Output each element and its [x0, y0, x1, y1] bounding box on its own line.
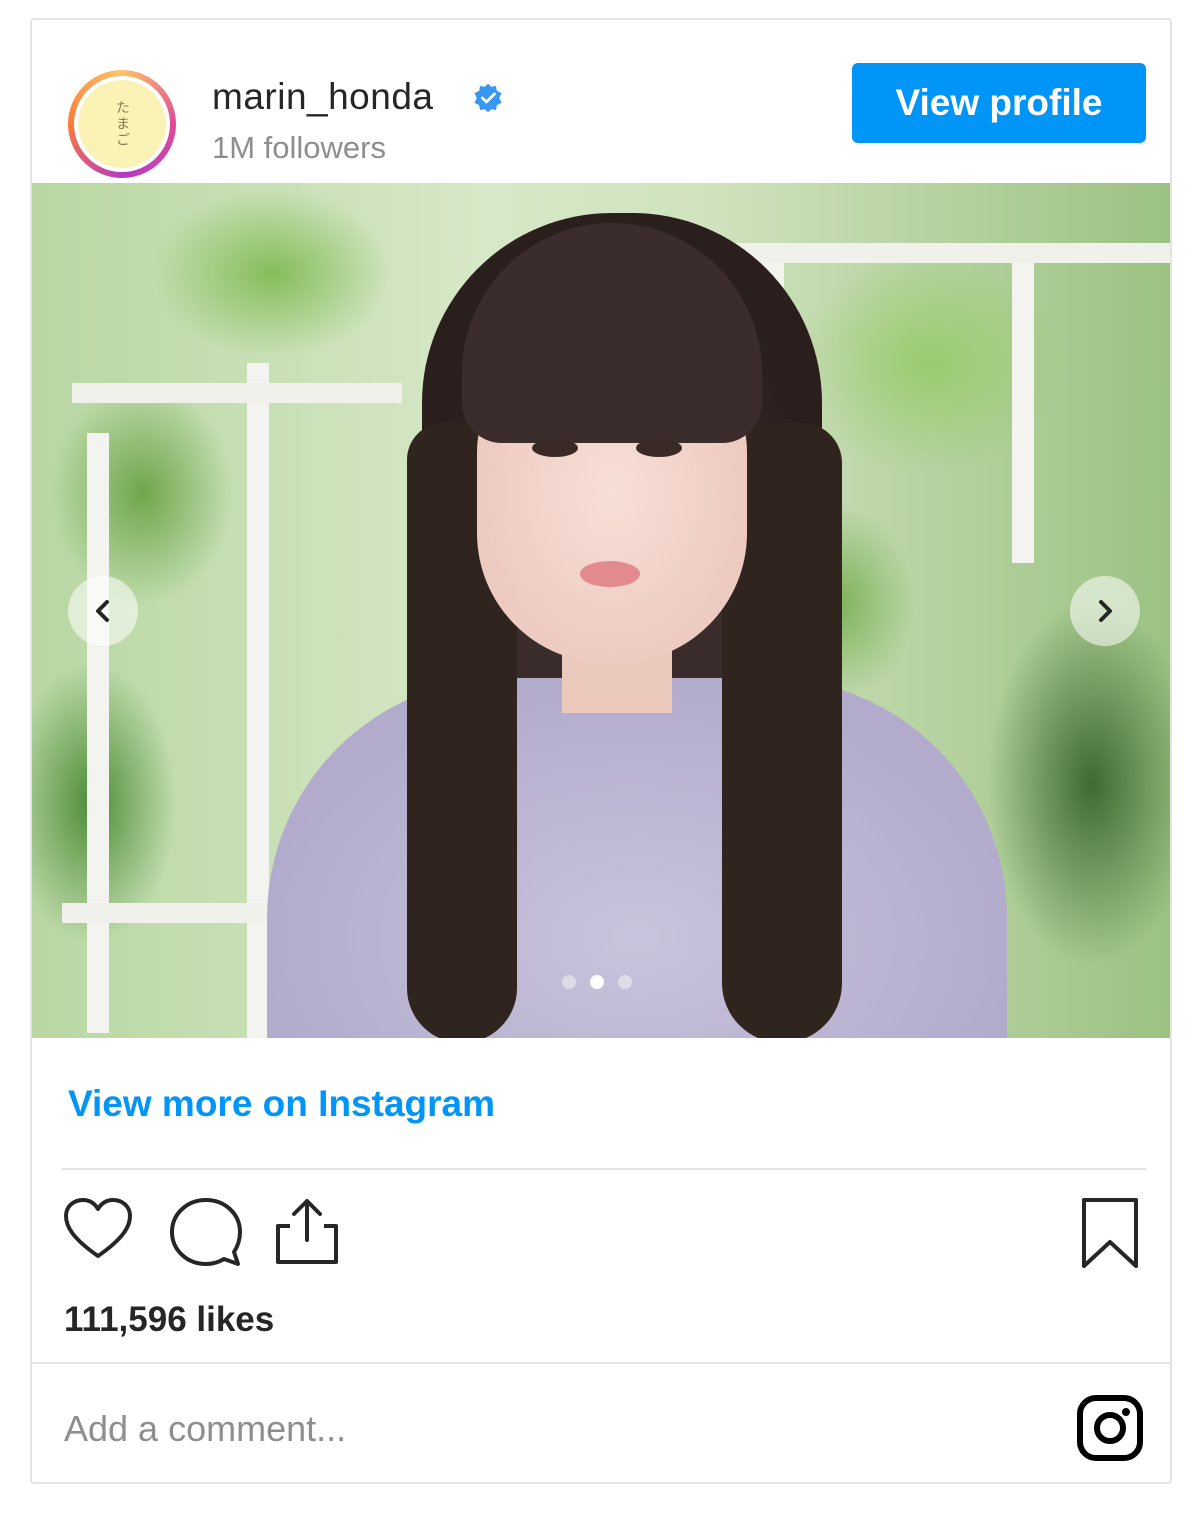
heart-icon [64, 1198, 132, 1258]
comment-button[interactable] [168, 1196, 244, 1273]
carousel-next-button[interactable] [1070, 576, 1140, 646]
instagram-embed-card: たまご marin_honda 1M followers View profil… [30, 18, 1172, 1484]
bookmark-icon [1082, 1198, 1138, 1268]
comment-input[interactable] [64, 1408, 964, 1450]
like-button[interactable] [62, 1196, 134, 1267]
carousel-dot-active [590, 975, 604, 989]
carousel-dot [562, 975, 576, 989]
view-profile-button[interactable]: View profile [852, 63, 1146, 143]
avatar[interactable]: たまご [68, 70, 176, 178]
chevron-right-icon [1099, 600, 1112, 622]
followers-count: 1M followers [212, 130, 386, 165]
post-header: たまご marin_honda 1M followers View profil… [32, 20, 1170, 183]
share-button[interactable] [272, 1196, 342, 1273]
divider [62, 1168, 1146, 1170]
instagram-logo-button[interactable] [1076, 1394, 1144, 1467]
carousel-prev-button[interactable] [68, 576, 138, 646]
username[interactable]: marin_honda [212, 76, 433, 118]
post-photo[interactable] [32, 183, 1170, 1038]
chevron-left-icon [96, 600, 109, 622]
divider [32, 1362, 1170, 1364]
share-icon [276, 1199, 338, 1264]
verified-badge-icon [474, 83, 502, 113]
likes-count[interactable]: 111,596 likes [64, 1300, 274, 1340]
view-more-link[interactable]: View more on Instagram [68, 1083, 495, 1125]
instagram-logo-icon [1077, 1395, 1143, 1461]
comment-icon [170, 1198, 242, 1266]
carousel-dot [618, 975, 632, 989]
save-button[interactable] [1078, 1196, 1142, 1275]
carousel-indicator [562, 975, 632, 989]
avatar-image: たまご [78, 80, 166, 168]
